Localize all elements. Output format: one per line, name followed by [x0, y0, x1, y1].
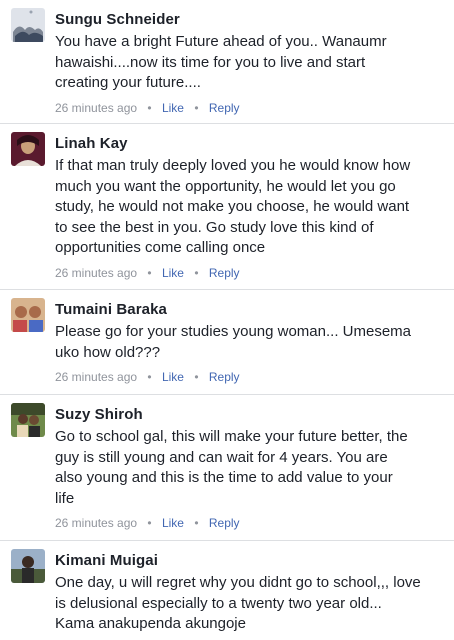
comment-text-line: to see the best in you. Go study love th… — [55, 218, 374, 236]
comment-item: Tumaini Baraka Please go for your studie… — [0, 290, 454, 395]
reply-button[interactable]: Reply — [209, 370, 240, 384]
comment-text: You have a bright Future ahead of you.. … — [55, 32, 446, 94]
avatar[interactable] — [11, 298, 45, 332]
comment-timestamp[interactable]: 26 minutes ago — [55, 516, 137, 530]
comment-text-line: guy is still young and can wait for 4 ye… — [55, 448, 388, 466]
separator-dot: • — [147, 100, 152, 115]
comment-text-line: also young and this is the time to add v… — [55, 469, 393, 486]
like-button[interactable]: Like — [162, 370, 184, 384]
comment-timestamp[interactable]: 26 minutes ago — [55, 266, 137, 280]
comment-text-line: opportunities come calling once — [55, 239, 266, 256]
avatar[interactable] — [11, 132, 45, 166]
comment-author[interactable]: Linah Kay — [55, 134, 446, 154]
comment-text-line: much you want the opportunity, he would … — [55, 177, 396, 195]
like-button[interactable]: Like — [162, 101, 184, 115]
comment-timestamp[interactable]: 26 minutes ago — [55, 101, 137, 115]
comment-text-line: creating your future.... — [55, 74, 201, 91]
comment-text-line: Go to school gal, this will make your fu… — [55, 428, 408, 445]
comment-item: Linah Kay If that man truly deeply loved… — [0, 124, 454, 290]
comment-text-line: life — [55, 489, 75, 507]
comment-text-line: Please go for your studies young woman..… — [55, 323, 412, 340]
comment-text-line: uko how old??? — [55, 343, 161, 361]
comment-meta: 26 minutes ago • Like • Reply — [55, 515, 446, 531]
separator-dot: • — [194, 516, 199, 530]
comment-text-line: is delusional especially to a twenty two… — [55, 594, 382, 612]
separator-dot: • — [147, 516, 152, 530]
comment-item: Sungu Schneider You have a bright Future… — [0, 0, 454, 124]
separator-dot: • — [194, 100, 199, 115]
reply-button[interactable]: Reply — [209, 101, 240, 115]
comment-meta: 26 minutes ago • Like • Reply — [55, 369, 446, 385]
avatar[interactable] — [11, 403, 45, 437]
reply-button[interactable]: Reply — [209, 516, 240, 530]
comment-text: If that man truly deeply loved you he wo… — [55, 156, 446, 259]
comment-author[interactable]: Suzy Shiroh — [55, 405, 446, 425]
separator-dot: • — [194, 370, 199, 384]
comment-author[interactable]: Sungu Schneider — [55, 10, 446, 30]
comment-item: Kimani Muigai One day, u will regret why… — [0, 541, 454, 640]
like-button[interactable]: Like — [162, 516, 184, 530]
comment-author[interactable]: Kimani Muigai — [55, 551, 446, 571]
avatar[interactable] — [11, 549, 45, 583]
comments-list: Sungu Schneider You have a bright Future… — [0, 0, 454, 640]
avatar[interactable] — [11, 8, 45, 42]
separator-dot: • — [147, 370, 152, 384]
comment-text: Go to school gal, this will make your fu… — [55, 427, 446, 509]
comment-text-line: You have a bright Future ahead of you.. … — [55, 33, 387, 50]
comment-text: Please go for your studies young woman..… — [55, 322, 446, 363]
reply-button[interactable]: Reply — [209, 266, 240, 280]
comment-text-line: hawaishi....now its time for you to live… — [55, 53, 366, 71]
comment-text-line: study, he would not make you choose, he … — [55, 198, 410, 215]
separator-dot: • — [194, 265, 199, 280]
comment-text-line: If that man truly deeply loved you he wo… — [55, 157, 411, 174]
comment-timestamp[interactable]: 26 minutes ago — [55, 370, 137, 384]
separator-dot: • — [147, 265, 152, 280]
like-button[interactable]: Like — [162, 266, 184, 280]
comment-item: Suzy Shiroh Go to school gal, this will … — [0, 395, 454, 541]
comment-text-line: One day, u will regret why you didnt go … — [55, 574, 421, 591]
comment-meta: 26 minutes ago • Like • Reply — [55, 265, 446, 281]
comment-meta: 26 minutes ago • Like • Reply — [55, 100, 446, 116]
comment-text: One day, u will regret why you didnt go … — [55, 573, 446, 635]
comment-text-line: Kama anakupenda akungoje — [55, 615, 246, 632]
comment-author[interactable]: Tumaini Baraka — [55, 300, 446, 320]
